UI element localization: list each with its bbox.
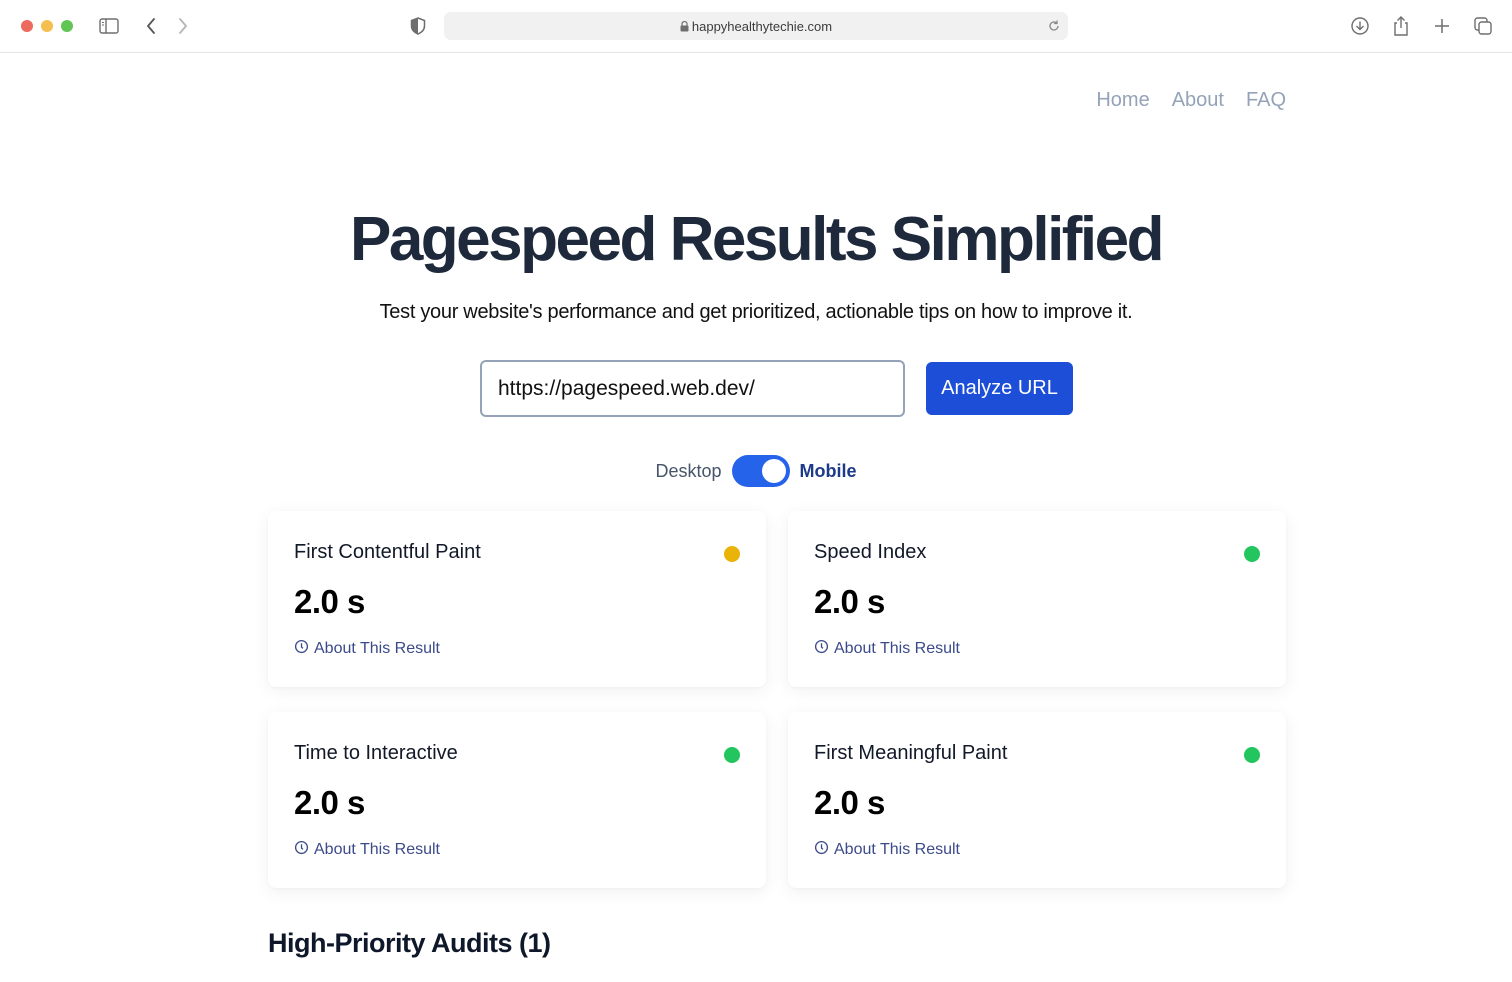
nav-faq[interactable]: FAQ (1246, 89, 1286, 112)
browser-toolbar: happyhealthytechie.com (0, 0, 1512, 53)
metric-title: Time to Interactive (294, 742, 458, 764)
download-icon[interactable] (1348, 14, 1372, 38)
mobile-label[interactable]: Mobile (800, 461, 857, 482)
desktop-label[interactable]: Desktop (655, 461, 721, 482)
info-clock-icon (294, 840, 309, 860)
status-dot-icon (1244, 546, 1260, 562)
metric-card-tti: Time to Interactive 2.0 s About This Res… (268, 712, 766, 888)
toggle-knob (761, 459, 786, 483)
sidebar-icon[interactable] (97, 14, 121, 38)
metric-card-speed-index: Speed Index 2.0 s About This Result (788, 511, 1286, 687)
zoom-window-button[interactable] (61, 20, 73, 32)
share-icon[interactable] (1389, 14, 1413, 38)
device-toggle-switch[interactable] (731, 455, 790, 487)
tabs-overview-icon[interactable] (1471, 14, 1495, 38)
new-tab-icon[interactable] (1430, 14, 1454, 38)
metric-card-fmp: First Meaningful Paint 2.0 s About This … (788, 712, 1286, 888)
back-icon[interactable] (139, 14, 163, 38)
about-result-link[interactable]: About This Result (294, 840, 440, 860)
status-dot-icon (724, 747, 740, 763)
page-subtitle: Test your website's performance and get … (379, 301, 1133, 323)
address-bar[interactable]: happyhealthytechie.com (444, 12, 1068, 40)
close-window-button[interactable] (21, 20, 33, 32)
info-clock-icon (814, 840, 829, 860)
metric-value: 2.0 s (814, 583, 885, 620)
about-result-label: About This Result (314, 841, 440, 858)
shield-icon[interactable] (406, 14, 430, 38)
metric-card-fcp: First Contentful Paint 2.0 s About This … (268, 511, 766, 687)
lock-icon (680, 20, 689, 32)
info-clock-icon (294, 639, 309, 659)
info-clock-icon (814, 639, 829, 659)
about-result-label: About This Result (834, 841, 960, 858)
about-result-label: About This Result (834, 640, 960, 657)
metric-value: 2.0 s (294, 784, 365, 821)
device-toggle-row: Desktop Mobile (0, 455, 1512, 487)
metric-title: First Meaningful Paint (814, 742, 1008, 764)
minimize-window-button[interactable] (41, 20, 53, 32)
metric-title: Speed Index (814, 541, 927, 563)
analyze-url-button[interactable]: Analyze URL (926, 362, 1073, 415)
high-priority-audits-heading: High-Priority Audits (1) (268, 928, 551, 958)
nav-about[interactable]: About (1172, 89, 1224, 112)
forward-icon[interactable] (171, 14, 195, 38)
site-nav: Home About FAQ (1096, 89, 1286, 112)
reload-icon[interactable] (1046, 18, 1062, 34)
metric-title: First Contentful Paint (294, 541, 481, 563)
nav-home[interactable]: Home (1096, 89, 1149, 112)
status-dot-icon (724, 546, 740, 562)
metric-value: 2.0 s (814, 784, 885, 821)
about-result-link[interactable]: About This Result (814, 639, 960, 659)
metric-value: 2.0 s (294, 583, 365, 620)
status-dot-icon (1244, 747, 1260, 763)
page-title: Pagespeed Results Simplified (349, 205, 1165, 274)
address-url: happyhealthytechie.com (691, 18, 833, 34)
about-result-label: About This Result (314, 640, 440, 657)
about-result-link[interactable]: About This Result (814, 840, 960, 860)
url-input[interactable] (480, 360, 905, 417)
about-result-link[interactable]: About This Result (294, 639, 440, 659)
